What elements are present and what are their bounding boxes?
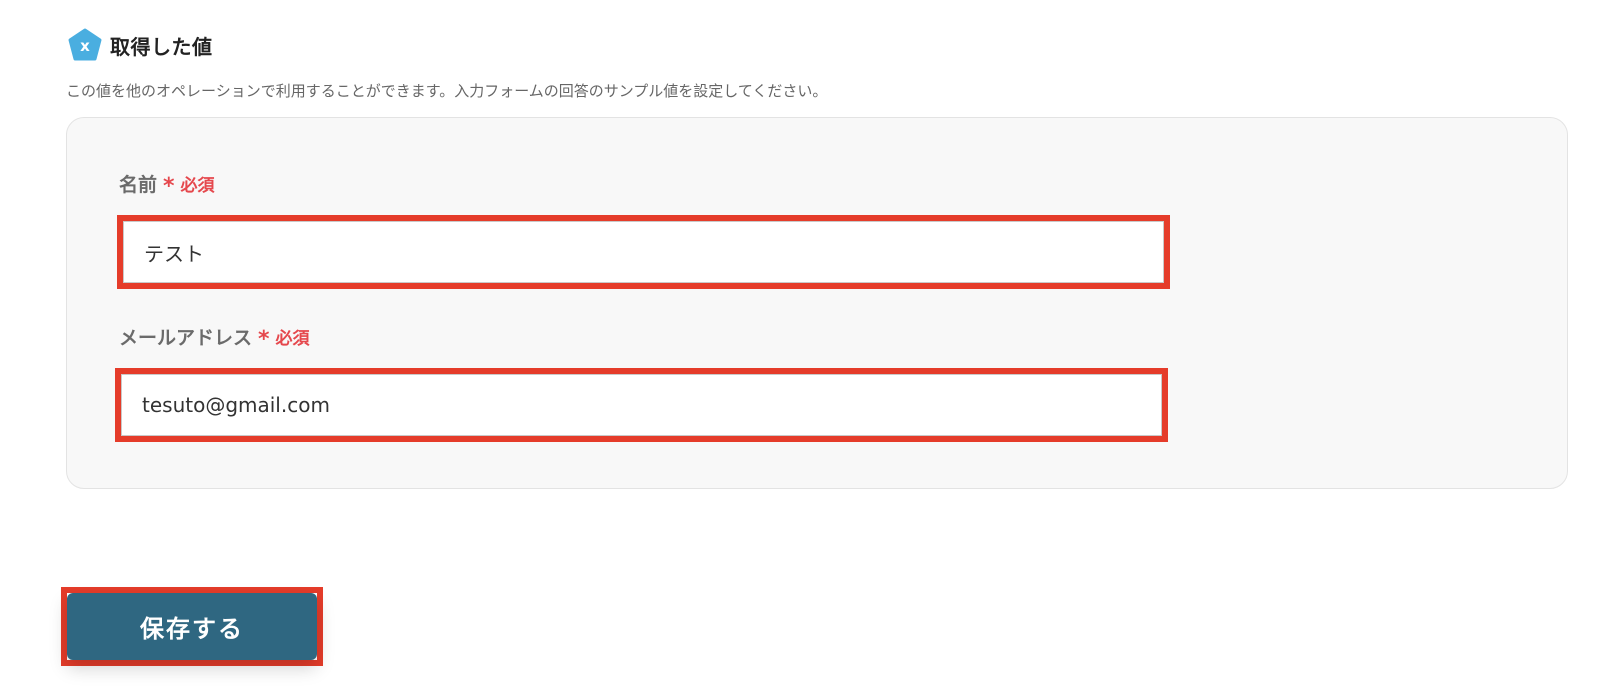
section-description: この値を他のオペレーションで利用することができます。入力フォームの回答のサンプル… [66,82,828,100]
form-panel: 名前 * 必須 メールアドレス * 必須 [66,117,1568,489]
name-field-highlight [117,215,1170,289]
required-badge: 必須 [275,329,310,349]
pentagon-x-icon: x [68,28,102,61]
email-field-highlight [115,368,1168,442]
page: x 取得した値 この値を他のオペレーションで利用することができます。入力フォーム… [0,0,1600,688]
name-field-label: 名前 * 必須 [119,170,215,199]
name-label-text: 名前 [119,174,158,196]
email-input[interactable] [121,374,1162,436]
name-input[interactable] [123,221,1164,283]
required-badge: 必須 [180,176,215,196]
email-field-label: メールアドレス * 必須 [119,323,310,352]
email-label-text: メールアドレス [119,327,253,349]
save-button-highlight: 保存する [61,587,323,666]
required-star-icon: * [163,174,175,199]
svg-text:x: x [80,37,90,55]
save-button[interactable]: 保存する [67,593,317,660]
section-title: 取得した値 [110,34,213,59]
section-header: x 取得した値 [68,28,213,62]
required-star-icon: * [258,327,270,352]
